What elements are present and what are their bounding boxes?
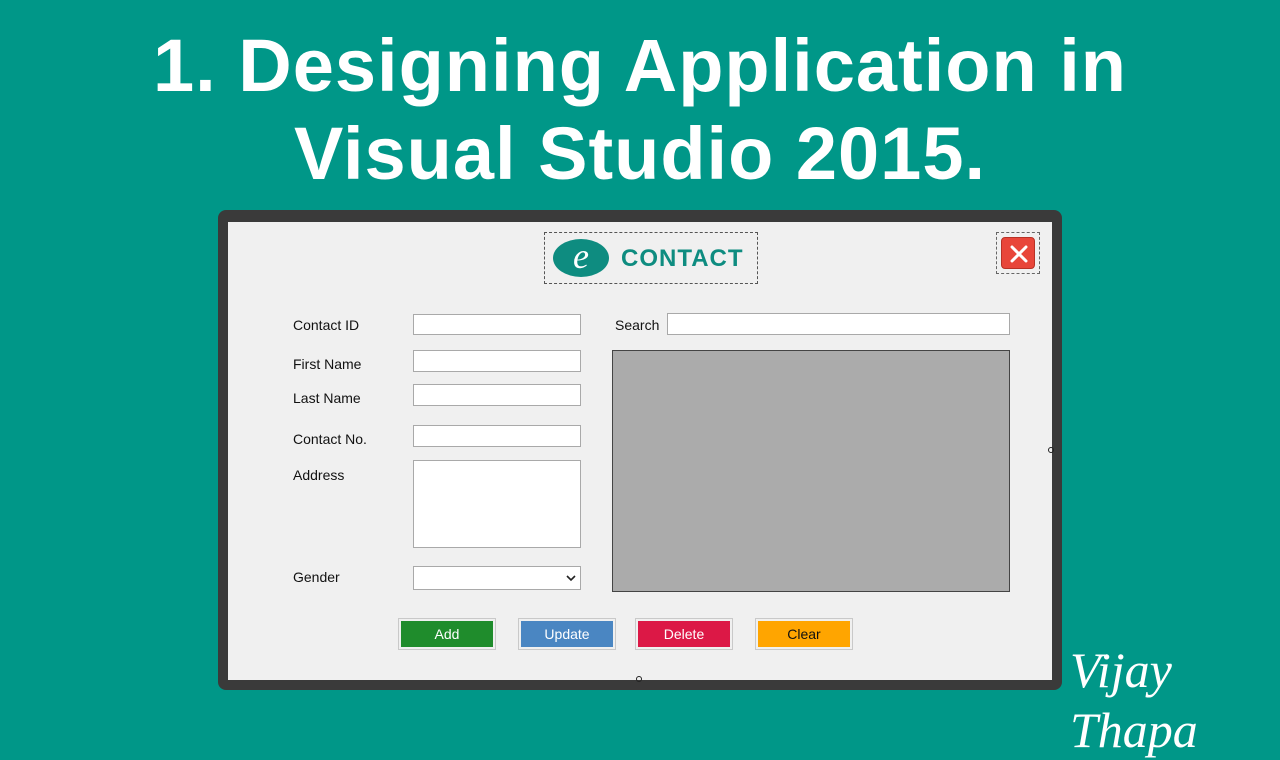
search-label: Search [615, 317, 660, 333]
headline-line-2: Visual Studio 2015. [293, 112, 987, 195]
search-input[interactable] [667, 313, 1010, 335]
logo-text: CONTACT [621, 245, 744, 272]
delete-button-label: Delete [638, 621, 730, 647]
contact-id-input[interactable] [413, 314, 581, 335]
clear-button[interactable]: Clear [755, 618, 853, 650]
update-button[interactable]: Update [518, 618, 616, 650]
address-label: Address [293, 467, 345, 483]
gender-label: Gender [293, 569, 340, 585]
close-icon [1010, 245, 1028, 263]
author-signature: Vijay Thapa [1070, 642, 1198, 758]
contact-no-input[interactable] [413, 425, 581, 447]
delete-button[interactable]: Delete [635, 618, 733, 650]
close-button-frame [996, 232, 1040, 274]
app-window-frame: e CONTACT Contact ID First Name Last Nam… [218, 210, 1062, 690]
chevron-down-icon [566, 575, 576, 582]
contact-form: e CONTACT Contact ID First Name Last Nam… [228, 222, 1054, 682]
last-name-label: Last Name [293, 390, 361, 406]
close-button[interactable] [1001, 237, 1035, 269]
first-name-input[interactable] [413, 350, 581, 372]
app-logo: e CONTACT [544, 232, 758, 284]
contact-no-label: Contact No. [293, 431, 367, 447]
gender-select[interactable] [413, 566, 581, 590]
headline-line-1: 1. Designing Application in [153, 24, 1127, 107]
address-textarea[interactable] [413, 460, 581, 548]
headline: 1. Designing Application in Visual Studi… [0, 22, 1280, 198]
contacts-data-grid[interactable] [612, 350, 1010, 592]
logo-e-mark: e [553, 238, 609, 277]
last-name-input[interactable] [413, 384, 581, 406]
first-name-label: First Name [293, 356, 362, 372]
contact-id-label: Contact ID [293, 317, 360, 333]
add-button[interactable]: Add [398, 618, 496, 650]
resize-handle-bottom[interactable] [636, 676, 642, 682]
resize-handle-right[interactable] [1048, 447, 1054, 453]
clear-button-label: Clear [758, 621, 850, 647]
update-button-label: Update [521, 621, 613, 647]
add-button-label: Add [401, 621, 493, 647]
